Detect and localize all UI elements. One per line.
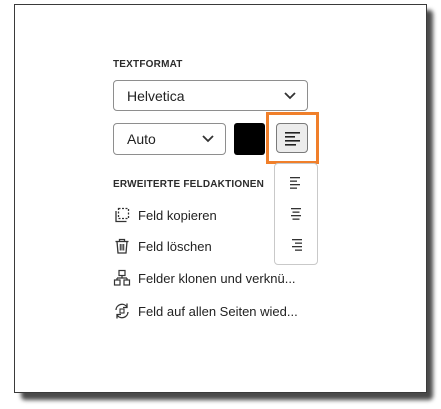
copy-field-label: Feld kopieren bbox=[138, 207, 217, 223]
delete-field-action[interactable]: Feld löschen bbox=[113, 236, 212, 256]
clone-link-fields-label: Felder klonen und verknü... bbox=[138, 270, 296, 286]
clone-link-fields-action[interactable]: Felder klonen und verknü... bbox=[113, 268, 296, 288]
align-dropdown-menu bbox=[274, 163, 318, 265]
text-align-button[interactable] bbox=[276, 123, 308, 153]
clone-link-icon bbox=[113, 269, 131, 286]
field-properties-panel bbox=[14, 4, 427, 393]
advanced-actions-heading: ERWEITERTE FELDAKTIONEN bbox=[113, 179, 265, 190]
delete-field-label: Feld löschen bbox=[138, 238, 212, 254]
align-right-icon[interactable] bbox=[288, 238, 304, 252]
text-format-heading: TEXTFORMAT bbox=[113, 59, 183, 70]
align-center-icon[interactable] bbox=[288, 207, 304, 221]
repeat-field-all-pages-label: Feld auf allen Seiten wied... bbox=[138, 303, 298, 319]
copy-icon bbox=[115, 207, 130, 223]
font-size-select[interactable]: Auto bbox=[113, 123, 226, 155]
font-size-value: Auto bbox=[127, 131, 156, 147]
trash-icon bbox=[115, 238, 129, 254]
chevron-down-icon bbox=[202, 135, 214, 143]
align-left-icon[interactable] bbox=[288, 176, 304, 190]
repeat-field-all-pages-action[interactable]: Feld auf allen Seiten wied... bbox=[113, 301, 298, 321]
chevron-down-icon bbox=[284, 91, 296, 99]
text-color-swatch[interactable] bbox=[234, 123, 265, 155]
font-family-select[interactable]: Helvetica bbox=[113, 80, 308, 111]
align-left-icon bbox=[285, 132, 300, 146]
align-button-highlight bbox=[266, 112, 319, 164]
font-family-value: Helvetica bbox=[127, 87, 185, 104]
copy-field-action[interactable]: Feld kopieren bbox=[113, 205, 217, 225]
repeat-pages-icon bbox=[115, 303, 129, 319]
